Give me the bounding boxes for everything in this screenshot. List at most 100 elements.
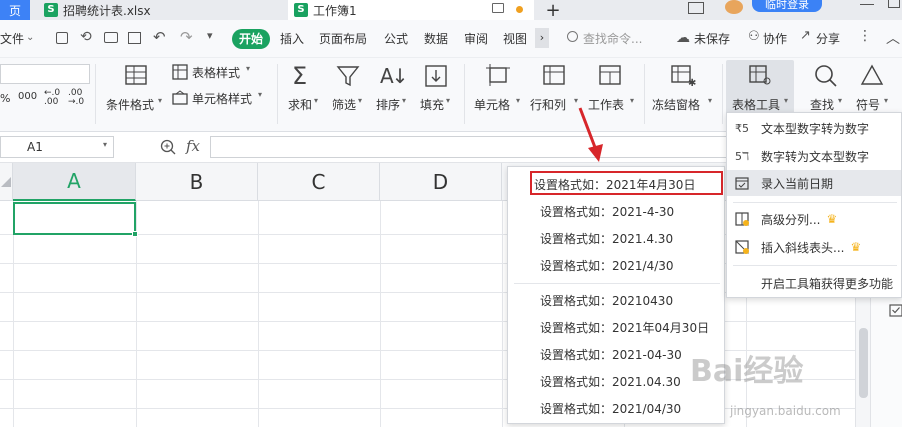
pin-icon[interactable] [492, 3, 504, 13]
avatar[interactable] [725, 0, 743, 14]
number-to-text-icon: 5ℸ [735, 149, 750, 163]
print-preview-icon[interactable] [128, 32, 141, 44]
date-format-option[interactable]: 设置格式如：2021年04月30日 [508, 314, 726, 340]
increase-decimal-icon[interactable]: ←.0.00 [44, 89, 60, 107]
freeze-panes-button[interactable]: ✱ 冻结窗格 ▾ [652, 62, 718, 118]
checklist-icon[interactable] [889, 303, 902, 317]
menu-review[interactable]: 审阅 [464, 30, 488, 47]
split-icon [735, 212, 749, 226]
menu-file[interactable]: 文件 [0, 30, 24, 47]
more-icon[interactable]: ⋮ [858, 28, 872, 44]
more-tabs-button[interactable]: › [535, 28, 549, 48]
menu-item-number-to-text[interactable]: 5ℸ 数字转为文本型数字 [727, 143, 902, 169]
menu-start-label: 开始 [238, 32, 263, 46]
column-header-b[interactable]: B [136, 163, 258, 201]
menu-start[interactable]: 开始 [232, 29, 270, 49]
column-header-d[interactable]: D [380, 163, 502, 201]
table-tools-label: 表格工具 [732, 98, 781, 112]
number-format-select[interactable] [0, 64, 90, 84]
chevron-down-icon: ▾ [358, 96, 363, 105]
login-button[interactable]: 临时登录 [752, 0, 822, 12]
menu-item-insert-date[interactable]: 录入当前日期 [727, 170, 901, 196]
column-header-a[interactable]: A [13, 163, 136, 201]
date-format-option-label: 设置格式如：2021.4.30 [540, 231, 674, 246]
table-tools-button[interactable]: 表格工具 ▾ [726, 60, 794, 114]
tab-file-recruit[interactable]: S 招聘统计表.xlsx [36, 0, 286, 20]
menu-item-label: 数字转为文本型数字 [761, 149, 870, 164]
fill-icon [425, 65, 447, 87]
collapse-ribbon-icon[interactable]: ︿ [886, 28, 900, 48]
table-style-button[interactable]: 表格样式 ▾ [172, 62, 256, 82]
menu-item-text-to-number[interactable]: ₹5 文本型数字转为数字 [727, 115, 902, 141]
window-icon[interactable] [688, 2, 704, 14]
save-icon[interactable] [56, 32, 68, 44]
filter-label: 筛选 [332, 98, 357, 112]
select-all-corner[interactable] [0, 163, 13, 201]
tab-home-partial[interactable]: 页 [0, 0, 30, 20]
minimize-icon[interactable] [860, 4, 874, 5]
date-format-option[interactable]: 设置格式如：2021/4/30 [508, 252, 726, 278]
symbol-button[interactable]: 符号 ▾ [854, 62, 898, 118]
menu-data[interactable]: 数据 [424, 30, 448, 47]
thousands-icon[interactable]: 000 [18, 91, 37, 102]
ribbon-divider [644, 64, 645, 124]
chevron-down-icon[interactable]: ⌄ [26, 32, 34, 43]
menu-item-open-toolbox[interactable]: 开启工具箱获得更多功能 [727, 270, 902, 296]
unsaved-status[interactable]: 未保存 [694, 30, 730, 47]
fill-handle[interactable] [132, 231, 138, 237]
row-line [0, 321, 870, 322]
cond-format-button[interactable]: 条件格式 ▾ [104, 62, 168, 118]
scrollbar-thumb[interactable] [859, 328, 868, 398]
fill-label: 填充 [420, 98, 445, 112]
share-button[interactable]: 分享 [816, 30, 840, 47]
sum-button[interactable]: Σ 求和 ▾ [286, 62, 322, 118]
command-search-input[interactable]: 查找命令... [583, 30, 642, 47]
undo-history-icon[interactable]: ⟲ [80, 29, 92, 45]
new-tab-button[interactable]: + [543, 0, 563, 21]
sort-button[interactable]: A↓ 排序 ▾ [374, 62, 412, 118]
print-icon[interactable] [104, 32, 118, 43]
menu-insert[interactable]: 插入 [280, 30, 304, 47]
find-button[interactable]: 查找 ▾ [808, 62, 848, 118]
tab-workbook1[interactable]: S 工作簿1 [288, 0, 534, 20]
cond-format-icon [125, 65, 147, 85]
collab-button[interactable]: 协作 [763, 30, 787, 47]
diagonal-header-icon [735, 240, 749, 254]
menu-item-advanced-split[interactable]: 高级分列... ♛ [727, 206, 902, 232]
menu-view[interactable]: 视图 [503, 30, 527, 47]
name-box[interactable]: A1 ▾ [0, 136, 114, 158]
date-format-option-label: 设置格式如：2021-04-30 [540, 347, 682, 362]
menu-item-diagonal-header[interactable]: 插入斜线表头... ♛ [727, 234, 902, 260]
fill-button[interactable]: 填充 ▾ [418, 62, 458, 118]
date-format-option[interactable]: 设置格式如：20210430 [508, 287, 726, 313]
date-format-option[interactable]: 设置格式如：2021/04/30 [508, 395, 726, 421]
menu-item-label: 文本型数字转为数字 [761, 121, 870, 136]
selected-cell-a1[interactable] [13, 202, 138, 237]
decrease-decimal-icon[interactable]: .00 →.0 [68, 89, 84, 107]
cell-button[interactable]: 单元格 ▾ [472, 62, 528, 118]
date-format-option[interactable]: 设置格式如：2021-4-30 [508, 198, 726, 224]
column-header-c[interactable]: C [258, 163, 380, 201]
menu-page-layout[interactable]: 页面布局 [319, 30, 367, 47]
customize-icon[interactable]: ▾ [207, 29, 213, 42]
text-to-number-icon: ₹5 [735, 121, 749, 135]
tab-home-partial-label: 页 [8, 3, 21, 18]
menu-formula[interactable]: 公式 [384, 30, 408, 47]
tab-workbook1-label: 工作簿1 [313, 3, 357, 18]
percent-icon[interactable]: % [0, 92, 10, 105]
chevron-down-icon[interactable]: ▾ [103, 140, 107, 149]
fx-icon[interactable]: fx [186, 137, 200, 155]
sum-label: 求和 [288, 98, 313, 112]
ribbon-divider [464, 64, 465, 124]
watermark-brand: Bai经验 [690, 354, 804, 389]
ribbon-divider [722, 64, 723, 124]
zoom-icon[interactable] [160, 139, 176, 155]
cell-style-button[interactable]: 单元格样式 ▾ [172, 88, 266, 108]
date-format-option[interactable]: 设置格式如：2021.4.30 [508, 225, 726, 251]
menu-divider [514, 283, 720, 284]
undo-icon[interactable]: ↶ [153, 28, 166, 46]
maximize-icon[interactable] [888, 0, 900, 8]
chevron-down-icon: ▾ [314, 96, 319, 105]
filter-button[interactable]: 筛选 ▾ [330, 62, 368, 118]
redo-icon[interactable]: ↷ [180, 28, 193, 46]
